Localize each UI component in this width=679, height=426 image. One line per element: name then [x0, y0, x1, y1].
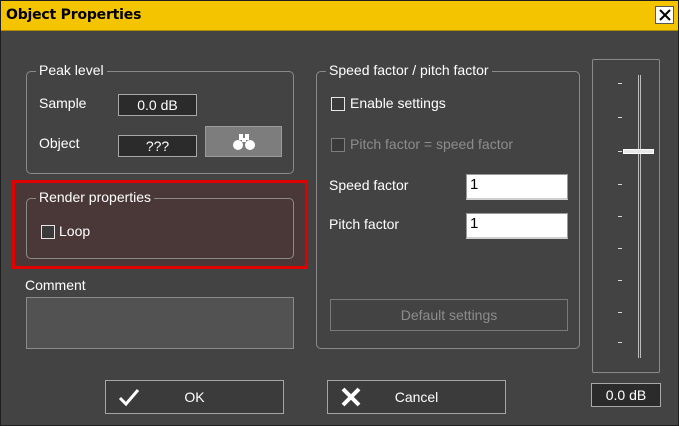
enable-settings-checkbox[interactable] — [331, 97, 345, 111]
speed-factor-input[interactable]: 1 — [466, 174, 568, 200]
render-properties-legend: Render properties — [36, 189, 155, 205]
close-icon — [659, 9, 671, 21]
object-label: Object — [39, 135, 80, 151]
cancel-button[interactable]: Cancel — [327, 380, 506, 414]
close-button[interactable] — [655, 6, 674, 24]
window-title: Object Properties — [6, 7, 142, 23]
loop-label[interactable]: Loop — [59, 223, 90, 239]
loop-checkbox[interactable] — [41, 225, 55, 239]
find-object-peak-button[interactable] — [205, 126, 282, 157]
ok-label: OK — [184, 389, 205, 405]
sample-peak-readout: 0.0 dB — [118, 94, 197, 116]
ok-button[interactable]: OK — [105, 380, 284, 414]
pitch-factor-input[interactable]: 1 — [466, 213, 568, 239]
slider-tick — [618, 342, 622, 343]
binoculars-icon — [233, 134, 255, 150]
pitch-factor-label: Pitch factor — [329, 216, 400, 232]
speed-pitch-legend: Speed factor / pitch factor — [326, 62, 492, 78]
slider-tick — [618, 151, 622, 152]
slider-tick — [618, 117, 622, 118]
volume-slider-panel — [592, 59, 660, 373]
volume-slider-track[interactable] — [638, 75, 641, 358]
volume-readout: 0.0 dB — [591, 383, 661, 407]
slider-tick — [618, 248, 622, 249]
default-settings-button[interactable]: Default settings — [330, 299, 568, 331]
peak-level-legend: Peak level — [36, 62, 107, 78]
object-peak-readout: ??? — [118, 135, 197, 157]
slider-tick — [618, 312, 622, 313]
slider-tick — [618, 83, 622, 84]
object-properties-dialog: Object Properties Peak level Sample 0.0 … — [0, 0, 679, 426]
comment-label: Comment — [25, 277, 86, 293]
sample-label: Sample — [39, 95, 87, 111]
volume-slider-thumb[interactable] — [623, 149, 654, 154]
speed-factor-label: Speed factor — [329, 177, 409, 193]
slider-tick — [618, 184, 622, 185]
slider-tick — [618, 216, 622, 217]
cancel-label: Cancel — [394, 389, 439, 405]
enable-settings-label[interactable]: Enable settings — [350, 95, 446, 111]
pitch-equals-speed-checkbox[interactable] — [331, 138, 345, 152]
title-bar[interactable]: Object Properties — [1, 1, 678, 31]
peak-level-group: Peak level — [26, 62, 294, 174]
slider-tick — [618, 280, 622, 281]
pitch-equals-speed-label[interactable]: Pitch factor = speed factor — [350, 136, 513, 152]
comment-field[interactable] — [26, 297, 294, 349]
